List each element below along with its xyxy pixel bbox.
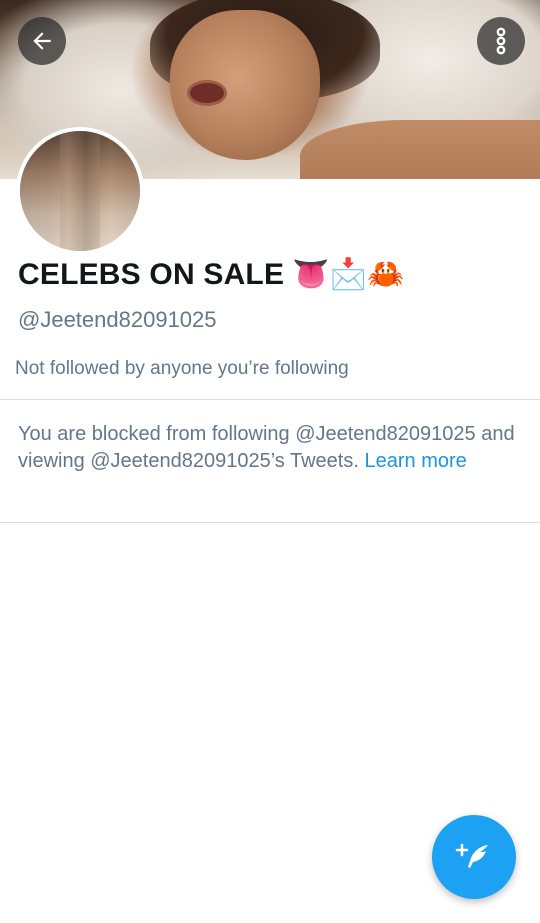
blocked-notice: You are blocked from following @Jeetend8… bbox=[18, 421, 518, 475]
divider bbox=[0, 399, 540, 400]
avatar-collage-panel bbox=[60, 131, 100, 251]
profile-avatar[interactable] bbox=[16, 127, 144, 255]
banner-mouth-shape bbox=[187, 80, 227, 106]
avatar-collage-panel bbox=[100, 131, 140, 251]
banner-shoulder-shape bbox=[300, 120, 540, 179]
followed-by-text: Not followed by anyone you’re following bbox=[15, 358, 349, 379]
avatar-image bbox=[20, 131, 140, 251]
divider bbox=[0, 522, 540, 523]
learn-more-link[interactable]: Learn more bbox=[364, 450, 466, 472]
compose-tweet-icon bbox=[455, 843, 488, 868]
profile-screen: CELEBS ON SALE 👅📩🦀 @Jeetend82091025 Not … bbox=[0, 0, 540, 923]
profile-display-name: CELEBS ON SALE 👅📩🦀 bbox=[18, 257, 405, 292]
compose-tweet-button[interactable] bbox=[432, 815, 516, 899]
more-options-button[interactable] bbox=[477, 17, 525, 65]
display-name-emojis: 👅📩🦀 bbox=[292, 258, 405, 291]
avatar-collage-panel bbox=[20, 131, 60, 251]
display-name-text: CELEBS ON SALE bbox=[18, 257, 285, 291]
vertical-dots-icon bbox=[496, 27, 506, 55]
arrow-left-icon bbox=[33, 32, 51, 50]
profile-handle: @Jeetend82091025 bbox=[18, 307, 217, 332]
back-button[interactable] bbox=[18, 17, 66, 65]
